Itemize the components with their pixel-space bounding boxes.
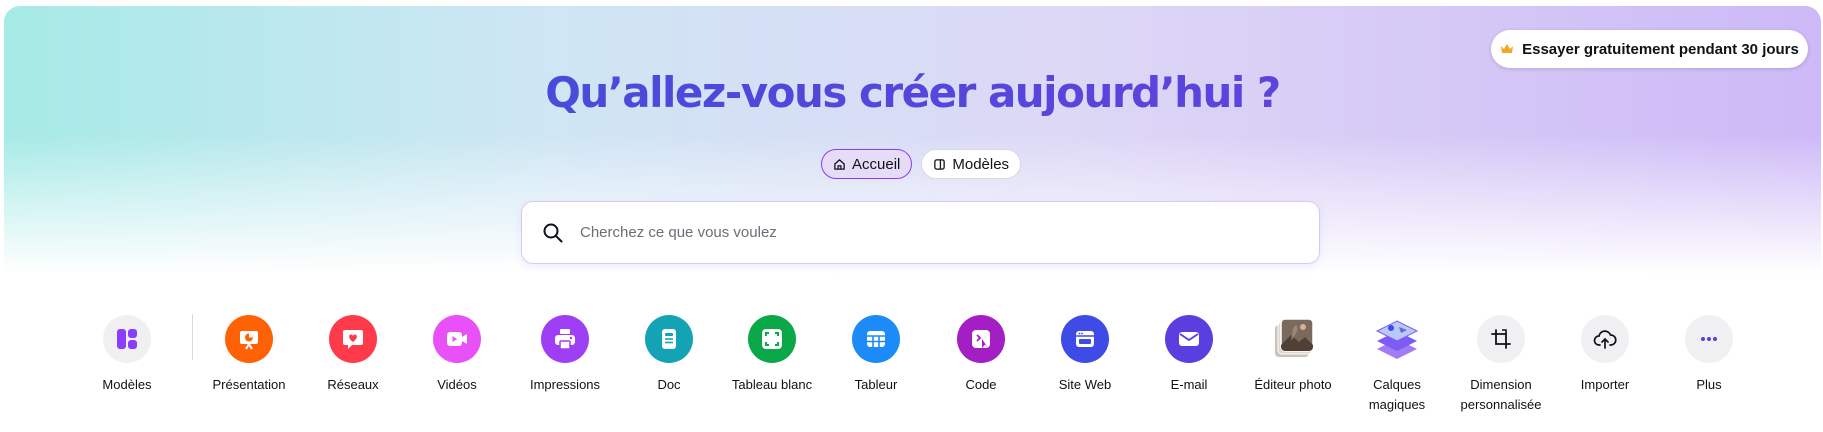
video-icon <box>447 332 467 346</box>
category-label: Calques magiques <box>1368 377 1426 412</box>
category-e-mail[interactable]: E-mail <box>1137 315 1241 395</box>
category-circle <box>433 315 481 363</box>
whiteboard-icon <box>762 329 782 349</box>
category-impressions[interactable]: Impressions <box>513 315 617 395</box>
category-circle <box>957 315 1005 363</box>
presentation-icon <box>240 331 258 350</box>
category-site-web[interactable]: Site Web <box>1033 315 1137 395</box>
category-circle <box>225 315 273 363</box>
search-icon <box>543 223 563 242</box>
category-label: Tableau blanc <box>731 377 813 392</box>
category-label: Impressions <box>529 377 601 392</box>
category-label: Doc <box>657 377 681 392</box>
category-plus[interactable]: Plus <box>1657 315 1761 395</box>
category-reseaux[interactable]: Réseaux <box>301 315 405 395</box>
hero-banner: Essayer gratuitement pendant 30 jours Qu… <box>4 6 1821 432</box>
category-circle <box>329 315 377 363</box>
doc-icon <box>662 329 676 349</box>
category-circle <box>645 315 693 363</box>
category-editeur-photo[interactable]: Éditeur photo <box>1241 315 1345 395</box>
category-videos[interactable]: Vidéos <box>405 315 509 395</box>
crown-icon <box>1501 44 1514 53</box>
category-circle <box>852 315 900 363</box>
magic-layers-icon <box>1375 320 1419 359</box>
code-icon <box>972 330 990 348</box>
spreadsheet-icon <box>867 331 885 347</box>
category-circle <box>1061 315 1109 363</box>
home-icon <box>834 158 845 170</box>
website-icon <box>1076 331 1094 347</box>
tab-bar: Accueil Modèles <box>821 149 1022 179</box>
category-label: Tableur <box>854 377 898 392</box>
free-trial-button[interactable]: Essayer gratuitement pendant 30 jours <box>1491 30 1808 68</box>
photo-editor-icon <box>1275 318 1314 357</box>
category-label: E-mail <box>1170 377 1208 392</box>
category-label: Vidéos <box>437 377 477 392</box>
template-icon <box>934 158 946 170</box>
tab-label: Accueil <box>852 155 901 173</box>
category-tableur[interactable]: Tableur <box>824 315 928 395</box>
category-tableau-blanc[interactable]: Tableau blanc <box>720 315 824 395</box>
category-modeles[interactable]: Modèles <box>75 315 179 395</box>
category-circle <box>1581 315 1629 363</box>
custom-size-icon <box>1491 329 1511 349</box>
social-heart-icon <box>343 330 363 349</box>
tab-label: Modèles <box>952 155 1010 173</box>
category-circle <box>541 315 589 363</box>
category-divider <box>192 314 193 360</box>
more-icon <box>1701 337 1717 341</box>
category-label: Éditeur photo <box>1254 377 1332 392</box>
category-label: Importer <box>1580 377 1630 392</box>
category-doc[interactable]: Doc <box>617 315 721 395</box>
category-label: Présentation <box>212 377 286 392</box>
printer-icon <box>555 329 575 350</box>
search-input[interactable] <box>578 223 1282 242</box>
free-trial-label: Essayer gratuitement pendant 30 jours <box>1522 40 1799 58</box>
category-label: Code <box>965 377 997 392</box>
category-circle <box>1165 315 1213 363</box>
upload-cloud-icon <box>1593 330 1617 349</box>
layout-icon <box>117 329 137 349</box>
category-label: Réseaux <box>327 377 379 392</box>
category-label: Site Web <box>1058 377 1112 392</box>
category-circle <box>748 315 796 363</box>
category-label: Plus <box>1696 377 1722 392</box>
page-title: Qu’allez-vous créer aujourd’hui ? <box>4 68 1821 117</box>
category-dimension-personnalisee[interactable]: Dimension personnalisée <box>1449 315 1553 415</box>
category-label: Modèles <box>102 377 152 392</box>
category-code[interactable]: Code <box>929 315 1033 395</box>
category-importer[interactable]: Importer <box>1553 315 1657 395</box>
category-circle <box>103 315 151 363</box>
category-circle <box>1269 315 1317 363</box>
tab-modeles[interactable]: Modèles <box>921 149 1022 179</box>
search-bar <box>521 201 1320 264</box>
category-circle <box>1373 315 1421 363</box>
category-label: Dimension personnalisée <box>1460 377 1542 412</box>
category-presentation[interactable]: Présentation <box>197 315 301 395</box>
category-circle <box>1477 315 1525 363</box>
category-calques-magiques[interactable]: Calques magiques <box>1345 315 1449 415</box>
mail-icon <box>1179 332 1199 346</box>
category-circle <box>1685 315 1733 363</box>
tab-accueil[interactable]: Accueil <box>821 149 913 179</box>
